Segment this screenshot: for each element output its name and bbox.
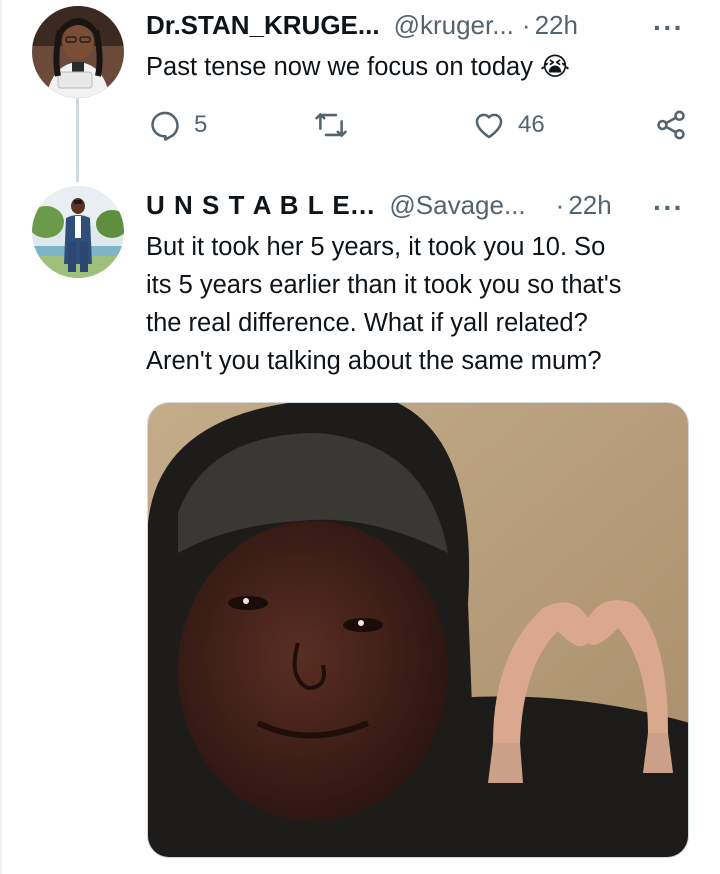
tweet-thread: Dr.STAN_KRUGE... @kruger... · 22h ··· Pa… <box>0 0 720 874</box>
display-name[interactable]: U N S T A B L E... <box>146 190 375 221</box>
tweet-1-text: Past tense now we focus on today 😭 <box>146 48 570 86</box>
avatar-dr-stan[interactable] <box>32 6 124 98</box>
tweet-text-line: the real difference. What if yall relate… <box>146 309 588 337</box>
display-name[interactable]: Dr.STAN_KRUGE... <box>146 10 380 41</box>
separator-dot: · <box>521 10 531 40</box>
reply-button[interactable]: 5 <box>148 108 207 142</box>
share-icon <box>657 110 685 140</box>
tweet-1-actions: 5 46 <box>146 108 696 148</box>
retweet-button[interactable] <box>314 108 348 142</box>
share-button[interactable] <box>654 108 688 142</box>
tweet-text-line: Aren't you talking about the same mum? <box>146 347 602 375</box>
tweet-text-line: But it took her 5 years, it took you 10.… <box>146 233 606 261</box>
thread-connector-line <box>76 98 79 182</box>
tweet-text-line: Past tense now we focus on today 😭 <box>146 53 570 81</box>
tweet-text-line: its 5 years earlier than it took you so … <box>146 271 622 299</box>
heart-icon <box>475 113 503 139</box>
reply-count: 5 <box>194 111 208 138</box>
timestamp[interactable]: 22h <box>568 190 611 221</box>
tweet-2-header: U N S T A B L E... @Savage... · 22h <box>146 190 612 221</box>
meme-photo <box>148 403 688 857</box>
tweet-2-text: But it took her 5 years, it took you 10.… <box>146 228 621 380</box>
like-count: 46 <box>518 111 545 138</box>
more-options-icon[interactable]: ··· <box>653 194 684 222</box>
avatar-photo-1 <box>32 6 124 98</box>
separator-dot: · <box>555 190 565 220</box>
page-edge <box>0 0 2 874</box>
user-handle[interactable]: @kruger... <box>394 10 514 41</box>
tweet-media-image[interactable] <box>147 402 689 858</box>
user-handle[interactable]: @Savage... <box>389 190 525 221</box>
tweet-1-header: Dr.STAN_KRUGE... @kruger... · 22h <box>146 10 578 41</box>
retweet-icon <box>315 113 347 137</box>
more-options-icon[interactable]: ··· <box>653 14 684 42</box>
avatar-photo-2 <box>32 186 124 278</box>
reply-icon <box>151 111 179 141</box>
timestamp[interactable]: 22h <box>535 10 578 41</box>
avatar-unstable[interactable] <box>32 186 124 278</box>
like-button[interactable]: 46 <box>472 108 545 142</box>
